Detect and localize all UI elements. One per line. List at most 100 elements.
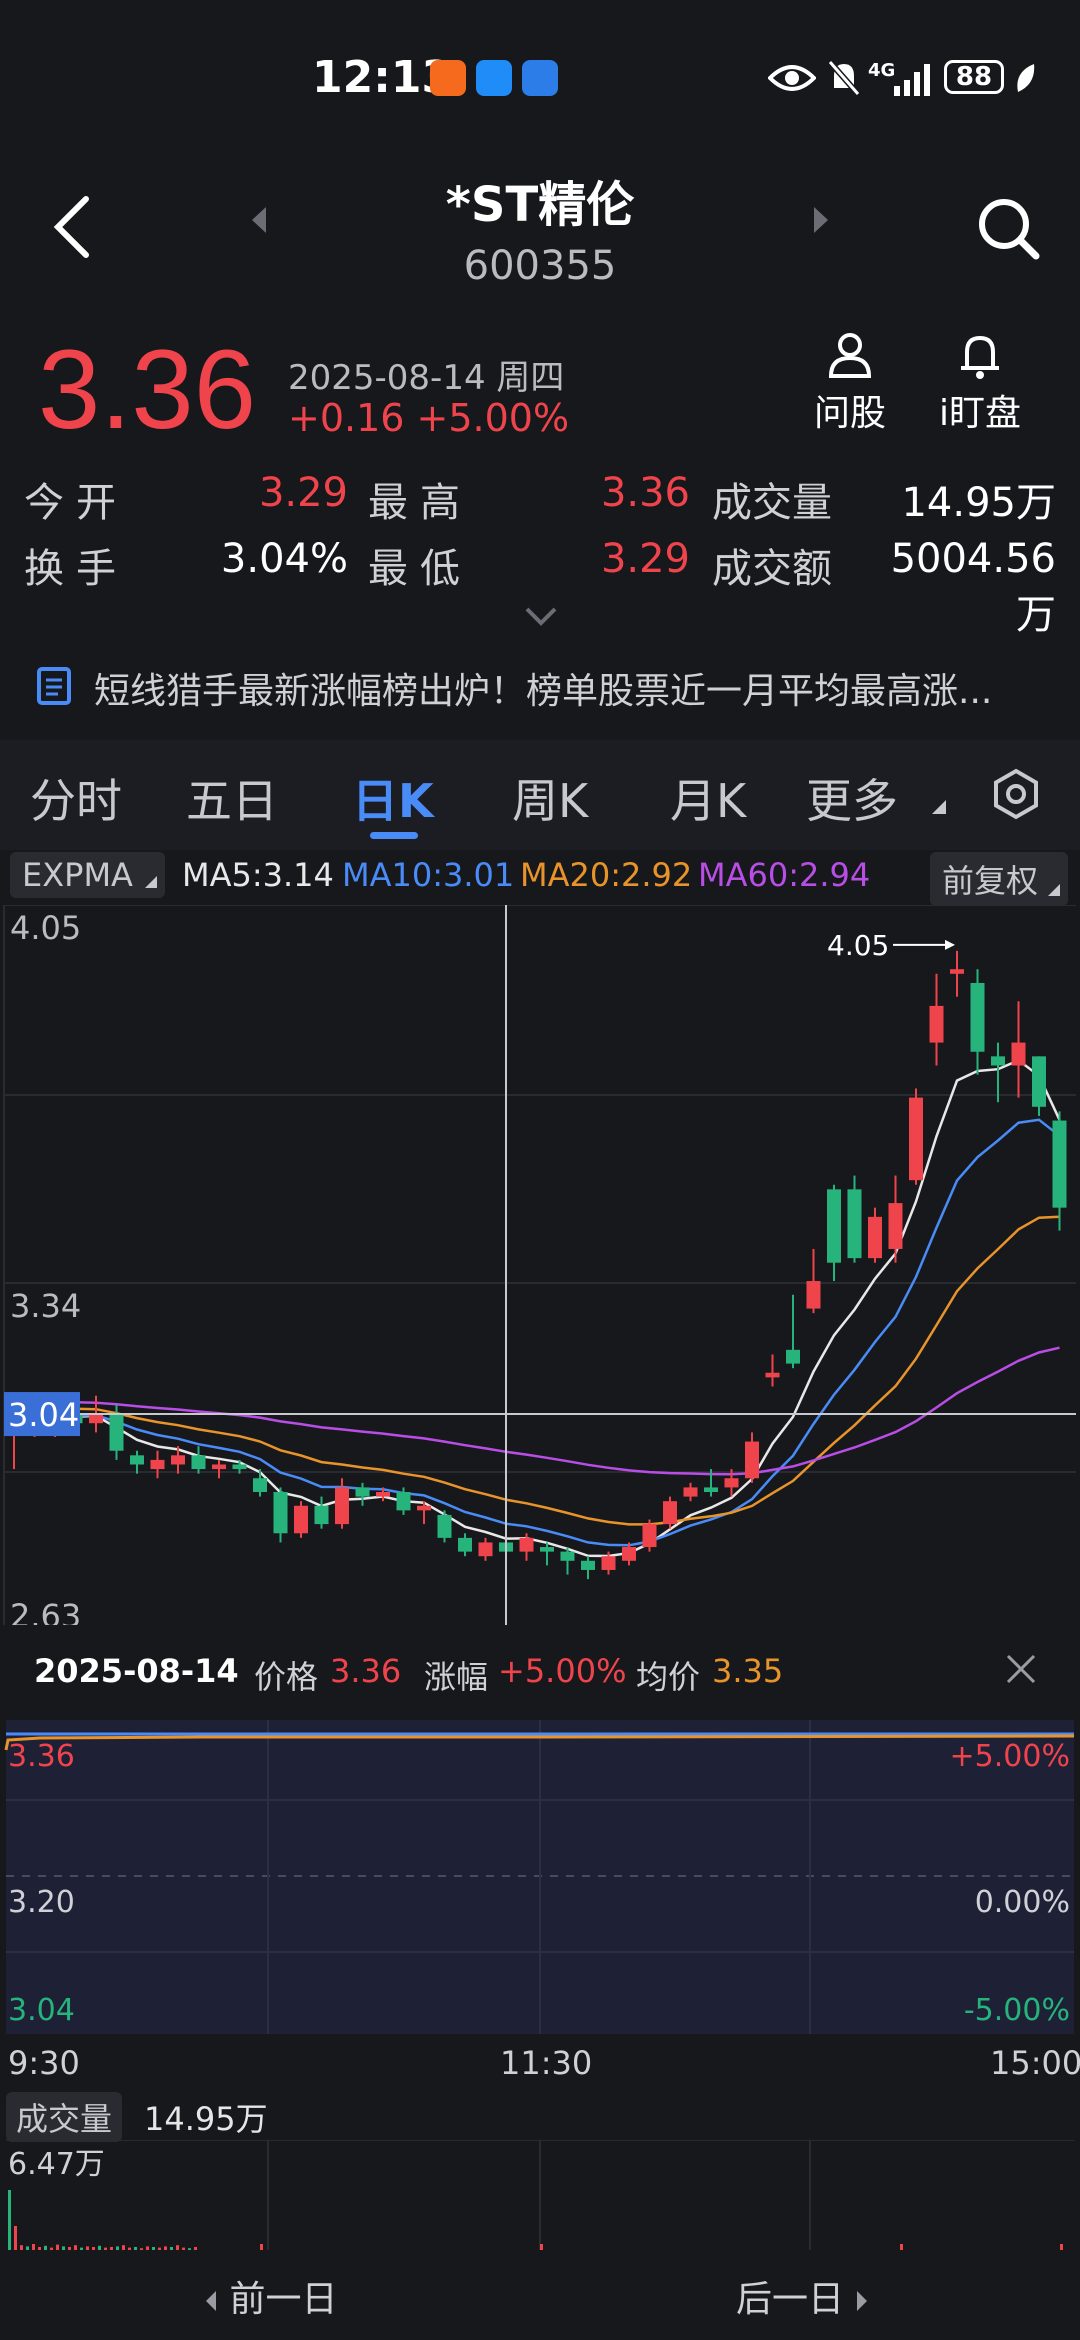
volume-tag: 成交量 — [6, 2092, 123, 2142]
tab-weekly-k[interactable]: 周K — [512, 765, 588, 831]
intraday-y-bottom: 3.04 — [8, 1993, 75, 2028]
candle-body — [171, 1455, 185, 1465]
news-banner[interactable]: 短线猎手最新涨幅榜出炉！榜单股票近一月平均最高涨... — [0, 648, 1080, 724]
candle-body — [191, 1455, 206, 1470]
leaf-icon — [1017, 64, 1035, 92]
candle-body — [991, 1056, 1005, 1066]
tab-more[interactable]: 更多 — [806, 765, 898, 831]
high-label: 最高 — [368, 480, 472, 526]
candle-body — [437, 1514, 452, 1538]
crosshair-price-label: 3.04 — [8, 1396, 79, 1434]
high-value: 3.36 — [600, 470, 690, 516]
candlestick-chart[interactable]: 3.04 4.05 4.05 3.34 2.63 — [0, 905, 1080, 1625]
more-caret-icon — [932, 800, 946, 814]
watch-button[interactable]: i盯盘 — [930, 330, 1030, 436]
low-label: 最低 — [368, 546, 472, 592]
candle-body — [929, 1005, 944, 1043]
candle-body — [150, 1459, 165, 1470]
y-tick-high: 4.05 — [10, 909, 81, 947]
y-tick-low: 2.63 — [10, 1597, 81, 1625]
candle-body — [581, 1560, 595, 1570]
amount-value: 5004.56万 — [890, 536, 1056, 638]
volume-total: 14.95万 — [144, 2100, 268, 2138]
candle-body — [273, 1492, 288, 1534]
expand-icon[interactable] — [524, 606, 558, 626]
info-date: 2025-08-14 — [34, 1652, 239, 1690]
adjust-selector[interactable]: 前复权 — [930, 852, 1069, 906]
tab-monthly-k[interactable]: 月K — [670, 765, 746, 831]
candle-body — [1052, 1120, 1067, 1208]
tab-intraday[interactable]: 分时 — [30, 765, 122, 831]
ma10-value: MA10:3.01 — [342, 856, 515, 894]
y-tick-mid: 3.34 — [10, 1287, 81, 1325]
intraday-y-mid: 3.20 — [8, 1885, 75, 1920]
mute-icon — [827, 60, 861, 96]
candle-body — [642, 1524, 657, 1548]
open-label: 今开 — [24, 480, 128, 526]
candle-body — [314, 1505, 329, 1525]
candle-body — [847, 1189, 862, 1259]
candle-body — [786, 1349, 800, 1364]
stock-name: *ST精伦 — [445, 177, 635, 233]
candle-body — [806, 1281, 821, 1309]
candle-body — [519, 1537, 534, 1552]
turnover-label: 换手 — [24, 546, 128, 592]
low-value: 3.29 — [600, 536, 690, 582]
indicator-caret-icon — [144, 876, 157, 888]
adjust-caret-icon — [1048, 884, 1061, 896]
info-avg-value: 3.35 — [712, 1652, 784, 1690]
time-label-mid: 11:30 — [500, 2044, 593, 2082]
adjust-label: 前复权 — [942, 862, 1039, 900]
candle-body — [622, 1547, 636, 1561]
candle-body — [601, 1556, 616, 1570]
quote-change: +0.16 +5.00% — [288, 396, 570, 440]
indicator-selector[interactable]: EXPMA — [10, 852, 165, 898]
signal-icon — [894, 64, 930, 96]
crosshair-info-bar: 2025-08-14 价格 3.36 涨幅 +5.00% 均价 3.35 — [0, 1630, 1080, 1720]
intraday-pct-top: +5.00% — [950, 1739, 1070, 1774]
status-bar: 12:13 4G 88 — [0, 0, 1080, 150]
candle-body — [396, 1492, 411, 1511]
candle-body — [335, 1487, 349, 1525]
volume-label: 成交量 — [712, 480, 832, 526]
next-day-button[interactable]: 后一日 — [736, 2270, 869, 2322]
max-price-label: 4.05 — [827, 929, 889, 962]
battery-icon: 88 — [944, 60, 1004, 94]
active-tab-indicator — [370, 832, 418, 839]
info-price-value: 3.36 — [330, 1652, 402, 1690]
candle-body — [704, 1487, 718, 1493]
settings-icon[interactable] — [990, 768, 1042, 820]
candle-body — [745, 1441, 759, 1479]
candle-body — [478, 1542, 493, 1557]
prev-day-label: 前一日 — [229, 2279, 338, 2320]
next-day-label: 后一日 — [736, 2279, 845, 2320]
candle-body — [540, 1547, 554, 1552]
intraday-pct-mid: 0.00% — [975, 1885, 1070, 1920]
prev-day-button[interactable]: 前一日 — [204, 2270, 337, 2322]
turnover-value: 3.04% — [220, 536, 348, 582]
candle-body — [683, 1487, 698, 1497]
candle-body — [355, 1487, 370, 1497]
intraday-chart: 3.36 3.20 3.04 +5.00% 0.00% -5.00% — [4, 1720, 1075, 2034]
tab-daily-k[interactable]: 日K — [352, 765, 434, 831]
ask-stock-button[interactable]: 问股 — [800, 330, 900, 436]
candle-body — [232, 1464, 247, 1470]
candle-body — [376, 1492, 390, 1497]
candle-body — [1011, 1042, 1026, 1066]
bell-icon — [961, 335, 999, 379]
search-icon[interactable] — [976, 196, 1040, 260]
candle-body — [109, 1414, 124, 1451]
volume-bar — [14, 2226, 17, 2250]
candle-body — [868, 1216, 882, 1259]
info-change-label: 涨幅 — [424, 1658, 489, 1696]
volume-max-label: 6.47万 — [8, 2147, 105, 2182]
volume-value: 14.95万 — [901, 480, 1056, 526]
tab-five-day[interactable]: 五日 — [186, 765, 278, 831]
eye-icon — [768, 65, 816, 91]
indicator-row: EXPMA MA5:3.14 MA10:3.01 MA20:2.92 MA60:… — [0, 850, 1080, 906]
close-icon[interactable] — [1004, 1652, 1038, 1686]
taobao-app-icon — [430, 60, 466, 96]
candle-body — [888, 1203, 903, 1249]
current-price: 3.36 — [38, 327, 256, 452]
bottom-nav: 前一日 后一日 — [0, 2250, 1080, 2340]
